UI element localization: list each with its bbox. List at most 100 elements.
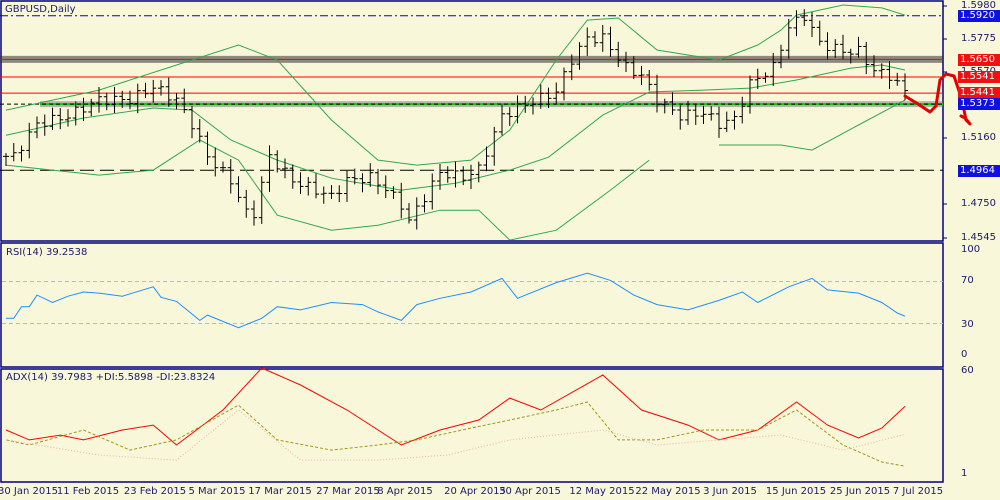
chart-canvas xyxy=(0,0,972,483)
level-badge: 1.4964 xyxy=(958,165,1000,177)
ohlc-bar xyxy=(638,65,645,85)
level-badge: 1.5541 xyxy=(958,71,1000,83)
ohlc-bar xyxy=(739,96,746,124)
rsi-line xyxy=(6,272,906,329)
date-tick: 3 Jun 2015 xyxy=(703,486,757,497)
ohlc-bar xyxy=(398,182,405,219)
ohlc-bar xyxy=(305,176,312,196)
ohlc-bar xyxy=(599,25,606,52)
ohlc-bar xyxy=(801,9,808,26)
ohlc-bar xyxy=(251,200,257,226)
ohlc-bar xyxy=(607,26,614,58)
ohlc-bar xyxy=(297,172,304,194)
ohlc-bar xyxy=(243,189,250,218)
ohlc-bar xyxy=(747,75,753,114)
ohlc-bar xyxy=(336,185,343,202)
ohlc-bar xyxy=(212,147,219,177)
ohlc-bar xyxy=(65,109,71,127)
date-tick: 23 Feb 2015 xyxy=(123,486,187,497)
date-tick: 8 Apr 2015 xyxy=(377,486,433,497)
ohlc-bar xyxy=(134,83,141,114)
ohlc-bar xyxy=(150,79,157,103)
ohlc-bar xyxy=(26,122,33,159)
ohlc-bar xyxy=(646,70,653,91)
rsi-panel-frame xyxy=(0,242,944,368)
ohlc-bar xyxy=(413,197,420,230)
bollinger-bands xyxy=(5,4,906,241)
ohlc-bar xyxy=(429,173,436,210)
date-tick: 30 Jan 2015 xyxy=(0,486,58,497)
ohlc-bar xyxy=(274,150,281,173)
adx-tick: 60 xyxy=(961,365,974,376)
ohlc-bar xyxy=(592,31,598,47)
ohlc-bar xyxy=(189,106,195,139)
date-tick: 15 Jun 2015 xyxy=(765,486,827,497)
ohlc-bars xyxy=(3,9,908,230)
ohlc-bar xyxy=(894,72,901,86)
date-tick: 27 Mar 2015 xyxy=(316,486,380,497)
rsi-panel xyxy=(2,272,943,329)
price-panel-frame xyxy=(0,0,944,242)
ohlc-bar xyxy=(762,72,769,83)
rsi-tick: 70 xyxy=(961,275,974,286)
panel-frames xyxy=(0,0,944,483)
bollinger-line xyxy=(5,139,650,241)
ohlc-bar xyxy=(700,105,707,125)
ohlc-bar xyxy=(258,176,265,224)
level-badge: 1.5373 xyxy=(958,98,1000,110)
adx-panel-title: ADX(14) 39.7983 +DI:5.5898 -DI:23.8324 xyxy=(6,372,216,383)
ohlc-bar xyxy=(289,164,296,189)
ohlc-bar xyxy=(816,20,823,46)
ohlc-bar xyxy=(731,110,738,130)
rsi-tick: 0 xyxy=(961,349,968,360)
price-panel-title: GBPUSD,Daily xyxy=(5,4,76,15)
ohlc-bar xyxy=(313,173,319,199)
ohlc-bar xyxy=(204,131,211,165)
ohlc-bar xyxy=(499,104,505,136)
date-tick: 22 May 2015 xyxy=(635,486,701,497)
ohlc-bar xyxy=(723,111,730,132)
rsi-tick: 100 xyxy=(961,244,981,255)
date-tick: 7 Jul 2015 xyxy=(892,486,944,497)
ohlc-bar xyxy=(375,168,381,195)
ohlc-bar xyxy=(266,145,273,192)
adx-panel-frame xyxy=(0,368,944,483)
date-tick: 17 Mar 2015 xyxy=(248,486,312,497)
date-tick: 5 Mar 2015 xyxy=(188,486,246,497)
ohlc-bar xyxy=(444,166,451,183)
ohlc-bar xyxy=(41,114,48,136)
minus-di-line xyxy=(5,409,906,461)
ohlc-bar xyxy=(344,170,350,202)
ohlc-bar xyxy=(235,176,242,203)
ohlc-bar xyxy=(506,107,513,126)
ohlc-bar xyxy=(855,36,862,58)
date-tick: 11 Feb 2015 xyxy=(56,486,120,497)
rsi-panel-title: RSI(14) 39.2538 xyxy=(6,247,88,258)
date-tick: 30 Apr 2015 xyxy=(499,486,561,497)
ohlc-bar xyxy=(49,107,56,130)
rsi-tick: 30 xyxy=(961,319,974,330)
bollinger-line xyxy=(719,99,906,151)
adx-tick: 1 xyxy=(961,468,968,479)
price-tick: 1.5160 xyxy=(961,132,996,143)
ohlc-bar xyxy=(886,60,893,90)
ohlc-bar xyxy=(320,186,327,204)
ohlc-bar xyxy=(111,86,118,113)
ohlc-bar xyxy=(142,82,149,98)
level-badge: 1.5920 xyxy=(958,10,1000,22)
ohlc-bar xyxy=(840,34,846,60)
ohlc-bar xyxy=(708,106,715,121)
ohlc-bar xyxy=(468,164,474,189)
ohlc-bar xyxy=(227,159,234,194)
ohlc-bar xyxy=(561,67,567,101)
ohlc-bar xyxy=(584,27,591,56)
price-tick: 1.5775 xyxy=(961,33,996,44)
ohlc-bar xyxy=(328,185,335,199)
ohlc-bar xyxy=(220,161,226,173)
ohlc-bar xyxy=(10,143,17,162)
ohlc-bar xyxy=(514,95,521,124)
date-tick: 20 Apr 2015 xyxy=(444,486,506,497)
ohlc-bar xyxy=(196,119,203,143)
ohlc-bar xyxy=(677,105,684,130)
ohlc-bar xyxy=(421,194,428,213)
